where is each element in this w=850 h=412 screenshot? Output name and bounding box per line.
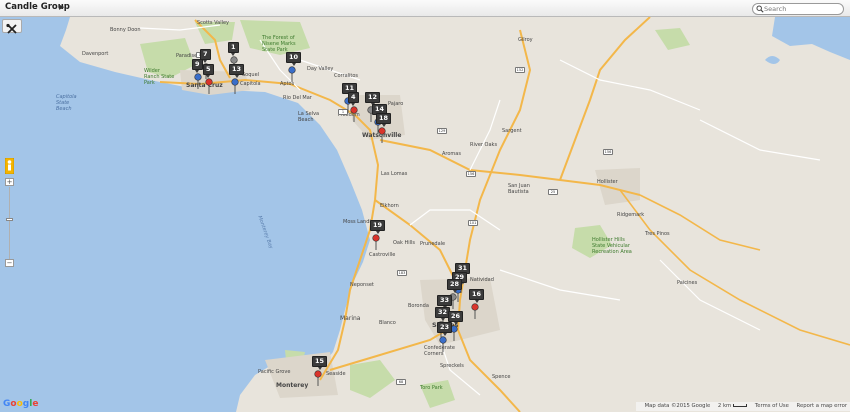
marker-label[interactable]: 28: [447, 279, 463, 293]
marker-label[interactable]: 15: [312, 356, 328, 370]
place-label: River Oaks: [470, 142, 498, 148]
water-label: Capitola State Beach: [56, 94, 77, 112]
marker-label[interactable]: 4: [348, 92, 359, 106]
place-label: Spence: [492, 374, 511, 380]
map-pin-10[interactable]: [288, 66, 296, 82]
top-bar: Candle Group ▶: [0, 0, 850, 17]
highway-shield: 156: [466, 171, 476, 177]
place-label: Tres Pinos: [645, 231, 670, 237]
marker-label[interactable]: 26: [448, 311, 464, 325]
map-pin-13[interactable]: [231, 78, 239, 94]
place-label: Neponset: [350, 282, 374, 288]
tools-button[interactable]: [2, 19, 22, 34]
highway-shield: 129: [437, 128, 447, 134]
place-label: Paicines: [677, 280, 698, 286]
place-label: Seaside: [326, 371, 346, 377]
map-pin-16[interactable]: [471, 303, 479, 319]
place-label: Hollister: [597, 179, 618, 185]
scale-label: 2 km: [718, 403, 748, 409]
place-label: Aromas: [442, 151, 461, 157]
place-label: Natividad: [470, 277, 494, 283]
map-pin-18[interactable]: [378, 127, 386, 143]
map-pin-15[interactable]: [314, 370, 322, 386]
zoom-slider-knob[interactable]: [6, 218, 13, 221]
highway-shield: 25: [548, 189, 558, 195]
place-label: Castroville: [369, 252, 396, 258]
place-label: Sargent: [502, 128, 522, 134]
marker-label[interactable]: 5: [203, 64, 214, 78]
search-icon: [756, 5, 764, 13]
map-pin-19[interactable]: [372, 234, 380, 250]
place-label: Prunedale: [420, 241, 446, 247]
place-label: Monterey: [276, 382, 309, 389]
pegman-icon[interactable]: [4, 157, 15, 175]
zoom-out-button[interactable]: −: [5, 259, 14, 267]
place-label: Davenport: [82, 51, 109, 57]
zoom-slider-track[interactable]: [9, 187, 10, 259]
map-pin-9[interactable]: [194, 73, 202, 89]
place-label: Boronda: [408, 303, 429, 309]
marker-label[interactable]: 19: [370, 220, 386, 234]
place-label: Pacific Grove: [258, 369, 291, 375]
google-logo[interactable]: Google: [3, 399, 38, 409]
place-label: Gilroy: [518, 37, 533, 43]
reservoir: [772, 17, 850, 60]
marker-label[interactable]: 16: [469, 289, 485, 303]
marker-label[interactable]: 12: [365, 92, 381, 106]
place-label: Blanco: [379, 320, 396, 326]
map-canvas[interactable]: Bonny Doon Scotts Valley Davenport The F…: [0, 17, 850, 412]
place-label: Toro Park: [420, 385, 443, 391]
lake: [765, 56, 780, 64]
search-box[interactable]: [752, 3, 844, 15]
place-label: Rio Del Mar: [283, 95, 312, 101]
place-label: Day Valley: [307, 66, 334, 72]
marker-label[interactable]: 33: [437, 295, 453, 309]
place-label: Spreckels: [440, 363, 464, 369]
marker-label[interactable]: 1: [228, 42, 239, 56]
place-label: Las Lomas: [381, 171, 408, 177]
highway-shield: 152: [515, 67, 525, 73]
marker-label[interactable]: 13: [229, 64, 245, 78]
place-label: Hollister Hills State Vehicular Recreati…: [592, 237, 632, 255]
highway-shield: 156: [603, 149, 613, 155]
map-data-text: Map data ©2015 Google: [644, 403, 711, 409]
zoom-in-button[interactable]: +: [5, 178, 14, 186]
place-label: Oak Hills: [393, 240, 416, 246]
tools-icon: [6, 23, 17, 34]
place-label: San Juan Bautista: [508, 183, 530, 195]
map-attribution: Map data ©2015 Google 2 km Terms of Use …: [635, 402, 850, 411]
marker-label[interactable]: 18: [376, 113, 392, 127]
place-label: Elkhorn: [380, 203, 399, 209]
marker-label[interactable]: 10: [286, 52, 302, 66]
marker-label[interactable]: 9: [192, 59, 203, 73]
map-pin-23[interactable]: [439, 336, 447, 352]
place-label: Capitola: [240, 81, 261, 87]
map-pin-5[interactable]: [205, 78, 213, 94]
place-label: Marina: [340, 315, 361, 322]
search-input[interactable]: [764, 4, 842, 14]
marker-label[interactable]: 23: [437, 322, 453, 336]
place-label: Ridgemark: [617, 212, 645, 218]
report-error-link[interactable]: Report a map error: [797, 403, 847, 409]
map-pin-4[interactable]: [350, 106, 358, 122]
place-label: Scotts Valley: [197, 20, 230, 26]
place-label: Pajaro: [388, 101, 404, 107]
highway-shield: 183: [397, 270, 407, 276]
place-label: The Forest of Nisene Marks State Park: [262, 35, 296, 53]
place-label: Corralitos: [334, 73, 359, 79]
highway-shield: 101: [468, 220, 478, 226]
place-label: Bonny Doon: [110, 27, 141, 33]
highway-shield: 68: [396, 379, 406, 385]
place-label: Wilder Ranch State Park: [144, 68, 175, 86]
terms-link[interactable]: Terms of Use: [755, 403, 789, 409]
zoom-control[interactable]: + −: [5, 178, 14, 268]
place-label: La Selva Beach: [298, 111, 320, 123]
title-arrow-icon[interactable]: ▶: [59, 3, 64, 11]
place-label: Soquel: [242, 72, 260, 78]
